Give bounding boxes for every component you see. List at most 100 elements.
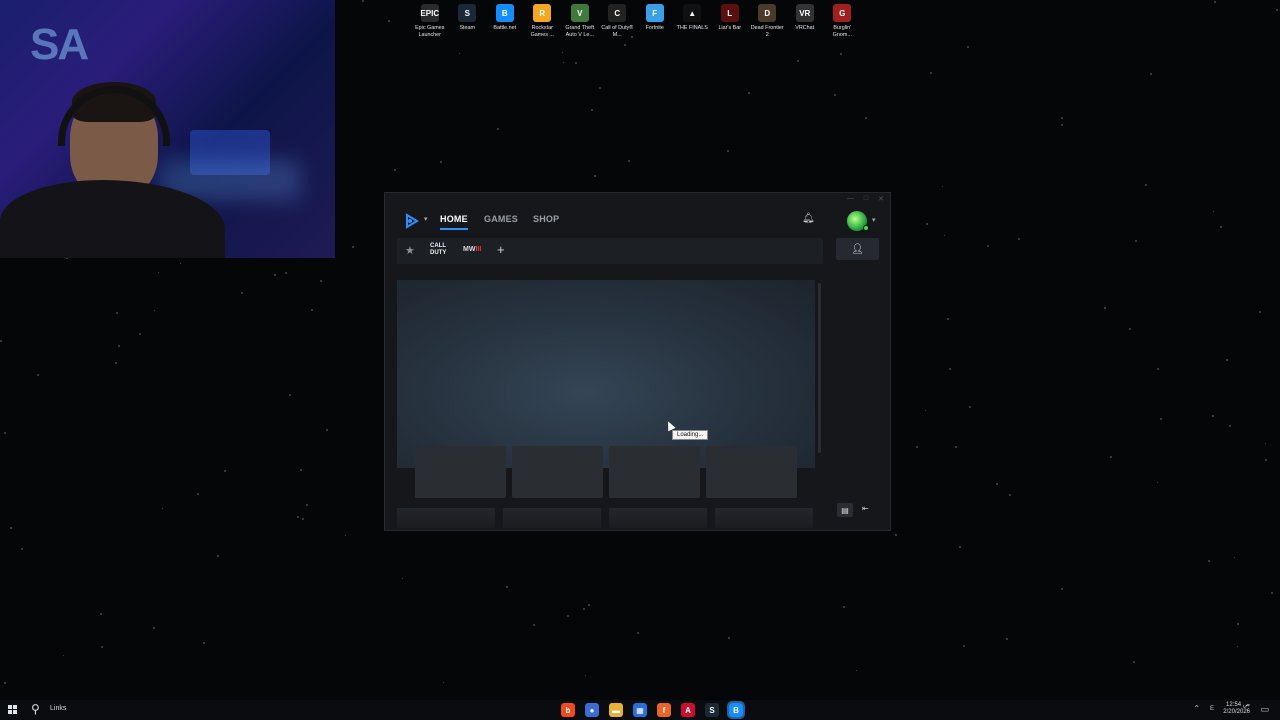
star-dot <box>101 646 103 648</box>
star-dot <box>969 406 971 408</box>
star-dot <box>1214 1 1216 3</box>
tab-games[interactable]: GAMES <box>484 214 518 224</box>
desktop-icon[interactable]: C Call of Duty® M... <box>599 2 637 39</box>
dead-frontier-icon: D <box>758 4 777 22</box>
star-dot <box>987 245 989 247</box>
chevron-down-icon[interactable]: ▾ <box>872 216 876 224</box>
vrchat-icon: VR <box>795 4 814 22</box>
desktop-icon[interactable]: F Fortnite <box>636 2 674 39</box>
fortnite-icon: F <box>645 4 664 22</box>
firefox-icon[interactable]: f <box>657 703 671 717</box>
tab-home[interactable]: HOME <box>440 214 468 224</box>
game-shortcut-bar: ★ CALL DUTY MWIII + <box>397 238 823 264</box>
star-dot <box>388 20 390 22</box>
star-dot <box>843 606 845 608</box>
star-dot <box>967 46 969 48</box>
store-icon[interactable]: ▦ <box>633 703 647 717</box>
desktop-icon[interactable]: L Liar's Bar <box>711 2 749 39</box>
star-dot <box>1104 307 1106 309</box>
bell-icon[interactable]: 🔔︎ <box>802 213 815 224</box>
modern-warfare-shortcut[interactable]: MWIII <box>463 246 481 253</box>
brave-icon[interactable]: b <box>561 703 575 717</box>
star-dot <box>302 518 304 520</box>
star-dot <box>585 675 586 676</box>
desktop-icon[interactable]: R Rockstar Games ... <box>524 2 562 39</box>
epic-games-icon: EPIC <box>420 4 439 22</box>
start-tile <box>8 705 12 709</box>
star-dot <box>203 642 205 644</box>
tray-expand-icon[interactable]: ⌃ <box>1193 704 1200 713</box>
clock-time: 12:54 ص <box>1226 702 1250 708</box>
close-icon[interactable]: ✕ <box>878 195 884 203</box>
star-dot <box>594 175 596 177</box>
desktop-icon[interactable]: G Burglin' Gnom... <box>824 2 862 39</box>
star-dot <box>727 150 729 152</box>
star-dot <box>100 613 102 615</box>
file-explorer-icon[interactable]: ▬ <box>609 703 623 717</box>
rockstar-icon: R <box>533 4 552 22</box>
content-scrollbar[interactable] <box>818 283 821 453</box>
star-dot <box>1271 592 1273 594</box>
star-dot <box>963 645 965 647</box>
star-dot <box>153 627 155 629</box>
minimize-icon[interactable]: — <box>847 195 854 203</box>
star-dot <box>1133 661 1135 663</box>
steam-tb-icon[interactable]: S <box>705 703 719 717</box>
notifications-icon[interactable]: ▭ <box>1260 704 1269 715</box>
start-button[interactable] <box>8 705 17 714</box>
pinned-apps: b ● ▬ ▦ f A S B <box>561 701 745 719</box>
desktop-icon-label: Dead Frontier 2 <box>750 25 784 38</box>
taskbar-search-label[interactable]: Links <box>50 705 66 712</box>
battlenet-tb-icon[interactable]: B <box>727 701 745 719</box>
desktop-icon[interactable]: S Steam <box>449 2 487 39</box>
desktop-icon[interactable]: VR VRChat <box>786 2 824 39</box>
star-dot <box>306 504 308 506</box>
tab-shop[interactable]: SHOP <box>533 214 559 224</box>
star-dot <box>162 508 163 509</box>
mw-accent: III <box>475 246 482 253</box>
star-dot <box>459 53 460 54</box>
desktop-icon[interactable]: B Battle.net <box>486 2 524 39</box>
hero-banner-placeholder <box>397 280 815 468</box>
star-dot <box>402 578 403 579</box>
clock[interactable]: 12:54 ص 2/20/2026 <box>1210 702 1250 716</box>
chrome-icon[interactable]: ● <box>585 703 599 717</box>
battlenet-logo-icon[interactable] <box>403 212 421 230</box>
star-dot <box>311 309 313 311</box>
star-dot <box>567 615 569 617</box>
star-dot <box>154 310 155 311</box>
desktop-icon[interactable]: D Dead Frontier 2 <box>749 2 787 39</box>
desktop-icon-label: VRChat <box>795 25 815 31</box>
clock-date: 2/20/2026 <box>1223 709 1250 715</box>
star-dot <box>533 624 535 626</box>
star-dot <box>1135 240 1137 242</box>
chevron-down-icon[interactable]: ▾ <box>424 215 428 223</box>
star-dot <box>856 670 857 671</box>
call-of-duty-shortcut[interactable]: CALL DUTY <box>430 243 452 257</box>
desktop-icon[interactable]: V Grand Theft Auto V Le... <box>561 2 599 39</box>
star-dot <box>1234 557 1235 558</box>
add-game-icon[interactable]: + <box>497 242 505 257</box>
cod-icon: C <box>608 4 627 22</box>
chat-icon[interactable]: ▤ <box>837 503 853 517</box>
star-dot <box>320 280 322 282</box>
maximize-icon[interactable]: □ <box>864 195 868 203</box>
star-dot <box>942 186 943 187</box>
adobe-icon[interactable]: A <box>681 703 695 717</box>
desktop-icon[interactable]: EPIC Epic Games Launcher <box>411 2 449 39</box>
star-dot <box>949 368 951 370</box>
collapse-sidebar-icon[interactable]: ⇤ <box>862 504 869 513</box>
desktop-icon[interactable]: ▲ THE FINALS <box>674 2 712 39</box>
add-friend-button[interactable]: 👤︎ <box>836 238 879 260</box>
favorites-star-icon[interactable]: ★ <box>405 244 415 257</box>
desktop-icon-label: Liar's Bar <box>718 25 742 31</box>
search-icon[interactable]: ⚲ <box>31 702 40 716</box>
star-dot <box>947 318 949 320</box>
top-nav: ▾ HOME GAMES SHOP 🔔︎ ▾ <box>385 211 890 231</box>
star-dot <box>797 60 799 62</box>
star-dot <box>394 169 396 171</box>
loading-tooltip: Loading... <box>672 430 709 440</box>
star-dot <box>1237 623 1239 625</box>
desktop-icon-label: Call of Duty® M... <box>601 25 634 38</box>
star-dot <box>115 362 117 364</box>
